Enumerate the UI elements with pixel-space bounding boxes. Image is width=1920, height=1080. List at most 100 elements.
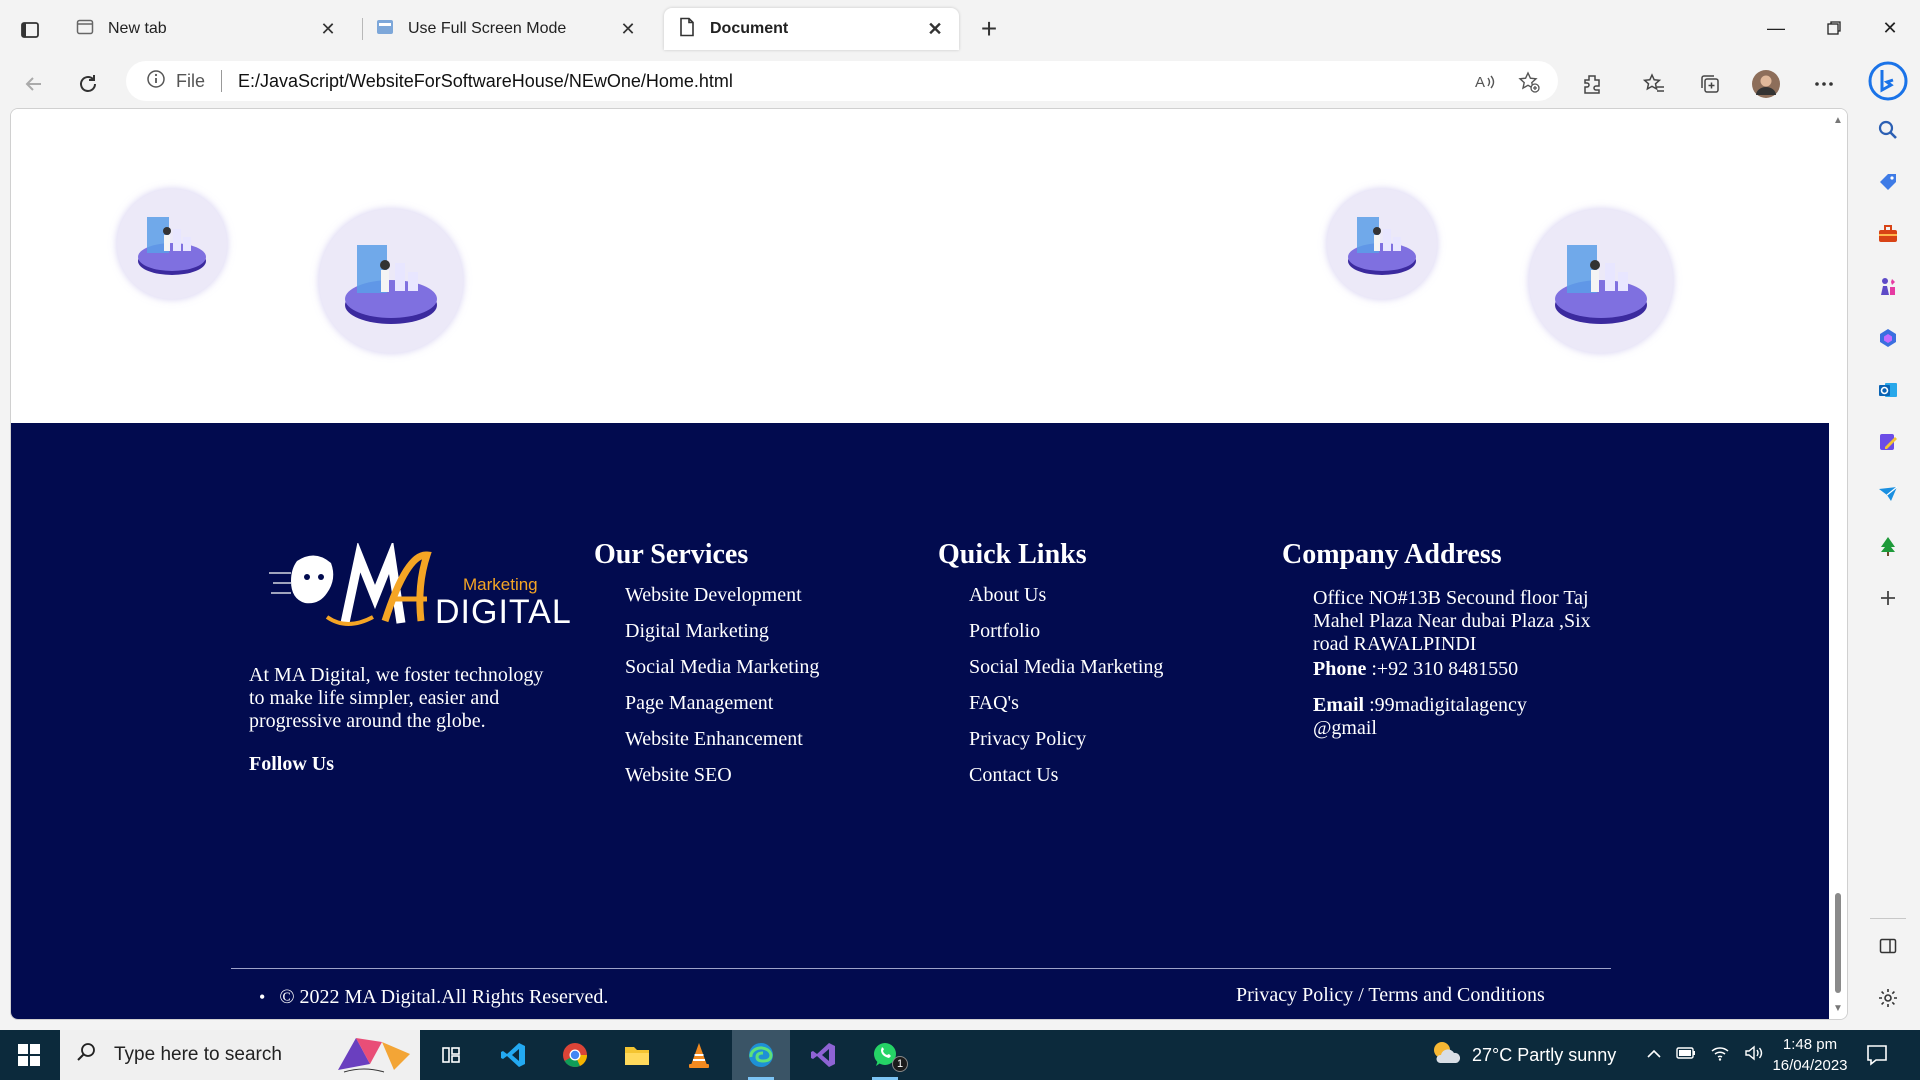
vscode-app-icon[interactable] (484, 1030, 542, 1080)
close-tab-icon[interactable]: ✕ (925, 19, 945, 39)
tab-label: New tab (108, 20, 167, 37)
designer-icon[interactable] (1870, 424, 1906, 460)
website-favicon-icon (376, 18, 394, 41)
partly-sunny-icon (1430, 1039, 1462, 1072)
more-menu-icon[interactable] (1806, 66, 1842, 102)
weather-widget[interactable]: 27°C Partly sunny (1430, 1030, 1616, 1080)
send-drop-icon[interactable] (1870, 476, 1906, 512)
address-bar[interactable]: File E:/JavaScript/WebsiteForSoftwareHou… (126, 61, 1558, 101)
split-screen-icon[interactable] (1870, 928, 1906, 964)
company-address-text: Office NO#13B Secound floor Taj Mahel Pl… (1313, 587, 1591, 655)
address-separator (221, 70, 223, 92)
bing-copilot-icon[interactable] (1867, 60, 1909, 102)
notification-center-icon[interactable] (1864, 1042, 1892, 1070)
quick-link[interactable]: Contact Us (969, 763, 1163, 799)
tab-label: Document (710, 20, 789, 37)
edge-app-icon[interactable] (732, 1030, 790, 1080)
privacy-terms-link[interactable]: Privacy Policy / Terms and Conditions (1236, 984, 1545, 1007)
url-text[interactable]: E:/JavaScript/WebsiteForSoftwareHouse/NE… (238, 71, 733, 92)
tab-new-tab[interactable]: New tab ✕ (62, 8, 352, 50)
service-link[interactable]: Website Development (625, 583, 819, 619)
windows-start-button[interactable] (0, 1030, 58, 1080)
whatsapp-app-icon[interactable]: 1 (856, 1030, 914, 1080)
games-chess-icon[interactable] (1870, 268, 1906, 304)
sidebar-divider (1870, 918, 1906, 919)
tree-icon[interactable] (1870, 528, 1906, 564)
logo-digital-text: DIGITAL (435, 593, 572, 631)
data-analytics-illustration (319, 209, 463, 353)
taskbar-search-box[interactable]: Type here to search (60, 1030, 420, 1080)
follow-us-label: Follow Us (249, 753, 334, 775)
quick-link[interactable]: FAQ's (969, 691, 1163, 727)
taskbar-clock[interactable]: 1:48 pm 16/04/2023 (1760, 1034, 1860, 1076)
copyright-text: © 2022 MA Digital.All Rights Reserved. (259, 986, 608, 1009)
favorites-icon[interactable] (1636, 66, 1672, 102)
close-tab-icon[interactable]: ✕ (318, 19, 338, 39)
clock-time: 1:48 pm (1782, 1036, 1838, 1053)
close-tab-icon[interactable]: ✕ (618, 19, 638, 39)
service-link[interactable]: Social Media Marketing (625, 655, 819, 691)
wifi-icon[interactable] (1710, 1045, 1730, 1066)
settings-gear-icon[interactable] (1870, 980, 1906, 1016)
company-email: Email :99madigitalagency @gmail (1313, 694, 1553, 740)
shopping-tag-icon[interactable] (1870, 164, 1906, 200)
phone-value: :+92 310 8481550 (1371, 658, 1519, 680)
document-page-icon (678, 17, 696, 42)
restore-button[interactable] (1814, 10, 1854, 46)
scroll-up-arrow-icon[interactable]: ▲ (1832, 115, 1844, 127)
service-link[interactable]: Page Management (625, 691, 819, 727)
minimize-button[interactable]: — (1756, 10, 1796, 46)
new-tab-page-icon (76, 18, 94, 41)
search-icon[interactable] (1870, 112, 1906, 148)
show-hidden-icons-chevron-icon[interactable] (1646, 1046, 1662, 1064)
email-label: Email (1313, 694, 1365, 716)
ma-digital-logo[interactable]: Marketing DIGITAL (267, 539, 571, 633)
microsoft-365-icon[interactable] (1870, 320, 1906, 356)
vlc-app-icon[interactable] (670, 1030, 728, 1080)
refresh-button[interactable] (70, 66, 106, 102)
task-view-icon[interactable] (422, 1030, 480, 1080)
quick-link[interactable]: About Us (969, 583, 1163, 619)
hero-illustrations (11, 109, 1829, 423)
footer-divider (231, 968, 1611, 969)
service-link[interactable]: Website Enhancement (625, 727, 819, 763)
collections-icon[interactable] (1692, 66, 1728, 102)
tab-actions-icon[interactable] (16, 16, 44, 44)
close-window-button[interactable]: ✕ (1870, 10, 1910, 46)
visual-studio-app-icon[interactable] (794, 1030, 852, 1080)
new-tab-button[interactable]: + (974, 13, 1004, 44)
tab-use-full-screen-mode[interactable]: Use Full Screen Mode ✕ (362, 8, 652, 50)
browser-tab-bar: New tab ✕ Use Full Screen Mode ✕ Documen… (0, 0, 1920, 58)
outlook-icon[interactable] (1870, 372, 1906, 408)
browser-toolbar: File E:/JavaScript/WebsiteForSoftwareHou… (0, 58, 1920, 110)
clock-date: 16/04/2023 (1772, 1057, 1848, 1074)
page-scrollbar[interactable]: ▲ ▼ (1829, 109, 1847, 1019)
battery-icon[interactable] (1676, 1046, 1696, 1064)
file-explorer-app-icon[interactable] (608, 1030, 666, 1080)
read-aloud-icon[interactable]: A (1472, 69, 1498, 95)
add-favorite-icon[interactable] (1516, 69, 1542, 95)
extensions-icon[interactable] (1574, 66, 1610, 102)
scroll-down-arrow-icon[interactable]: ▼ (1832, 1003, 1844, 1015)
back-button[interactable] (16, 66, 52, 102)
data-analytics-illustration (1327, 189, 1437, 299)
profile-avatar[interactable] (1748, 66, 1784, 102)
page-viewport: Marketing DIGITAL At MA Digital, we fost… (10, 108, 1848, 1020)
add-sidebar-app-icon[interactable] (1870, 580, 1906, 616)
quick-link[interactable]: Social Media Marketing (969, 655, 1163, 691)
tools-briefcase-icon[interactable] (1870, 216, 1906, 252)
company-address-heading: Company Address (1282, 539, 1502, 570)
scroll-thumb[interactable] (1835, 893, 1841, 993)
edge-sidebar (1856, 58, 1920, 1030)
company-phone: Phone :+92 310 8481550 (1313, 658, 1613, 681)
scheme-label: File (176, 70, 206, 91)
service-link[interactable]: Digital Marketing (625, 619, 819, 655)
services-heading: Our Services (594, 539, 749, 570)
chrome-app-icon[interactable] (546, 1030, 604, 1080)
service-link[interactable]: Website SEO (625, 763, 819, 799)
site-footer: Marketing DIGITAL At MA Digital, we fost… (11, 423, 1829, 1019)
tab-document[interactable]: Document ✕ (664, 8, 959, 50)
info-icon[interactable] (146, 69, 166, 94)
quick-link[interactable]: Portfolio (969, 619, 1163, 655)
quick-link[interactable]: Privacy Policy (969, 727, 1163, 763)
